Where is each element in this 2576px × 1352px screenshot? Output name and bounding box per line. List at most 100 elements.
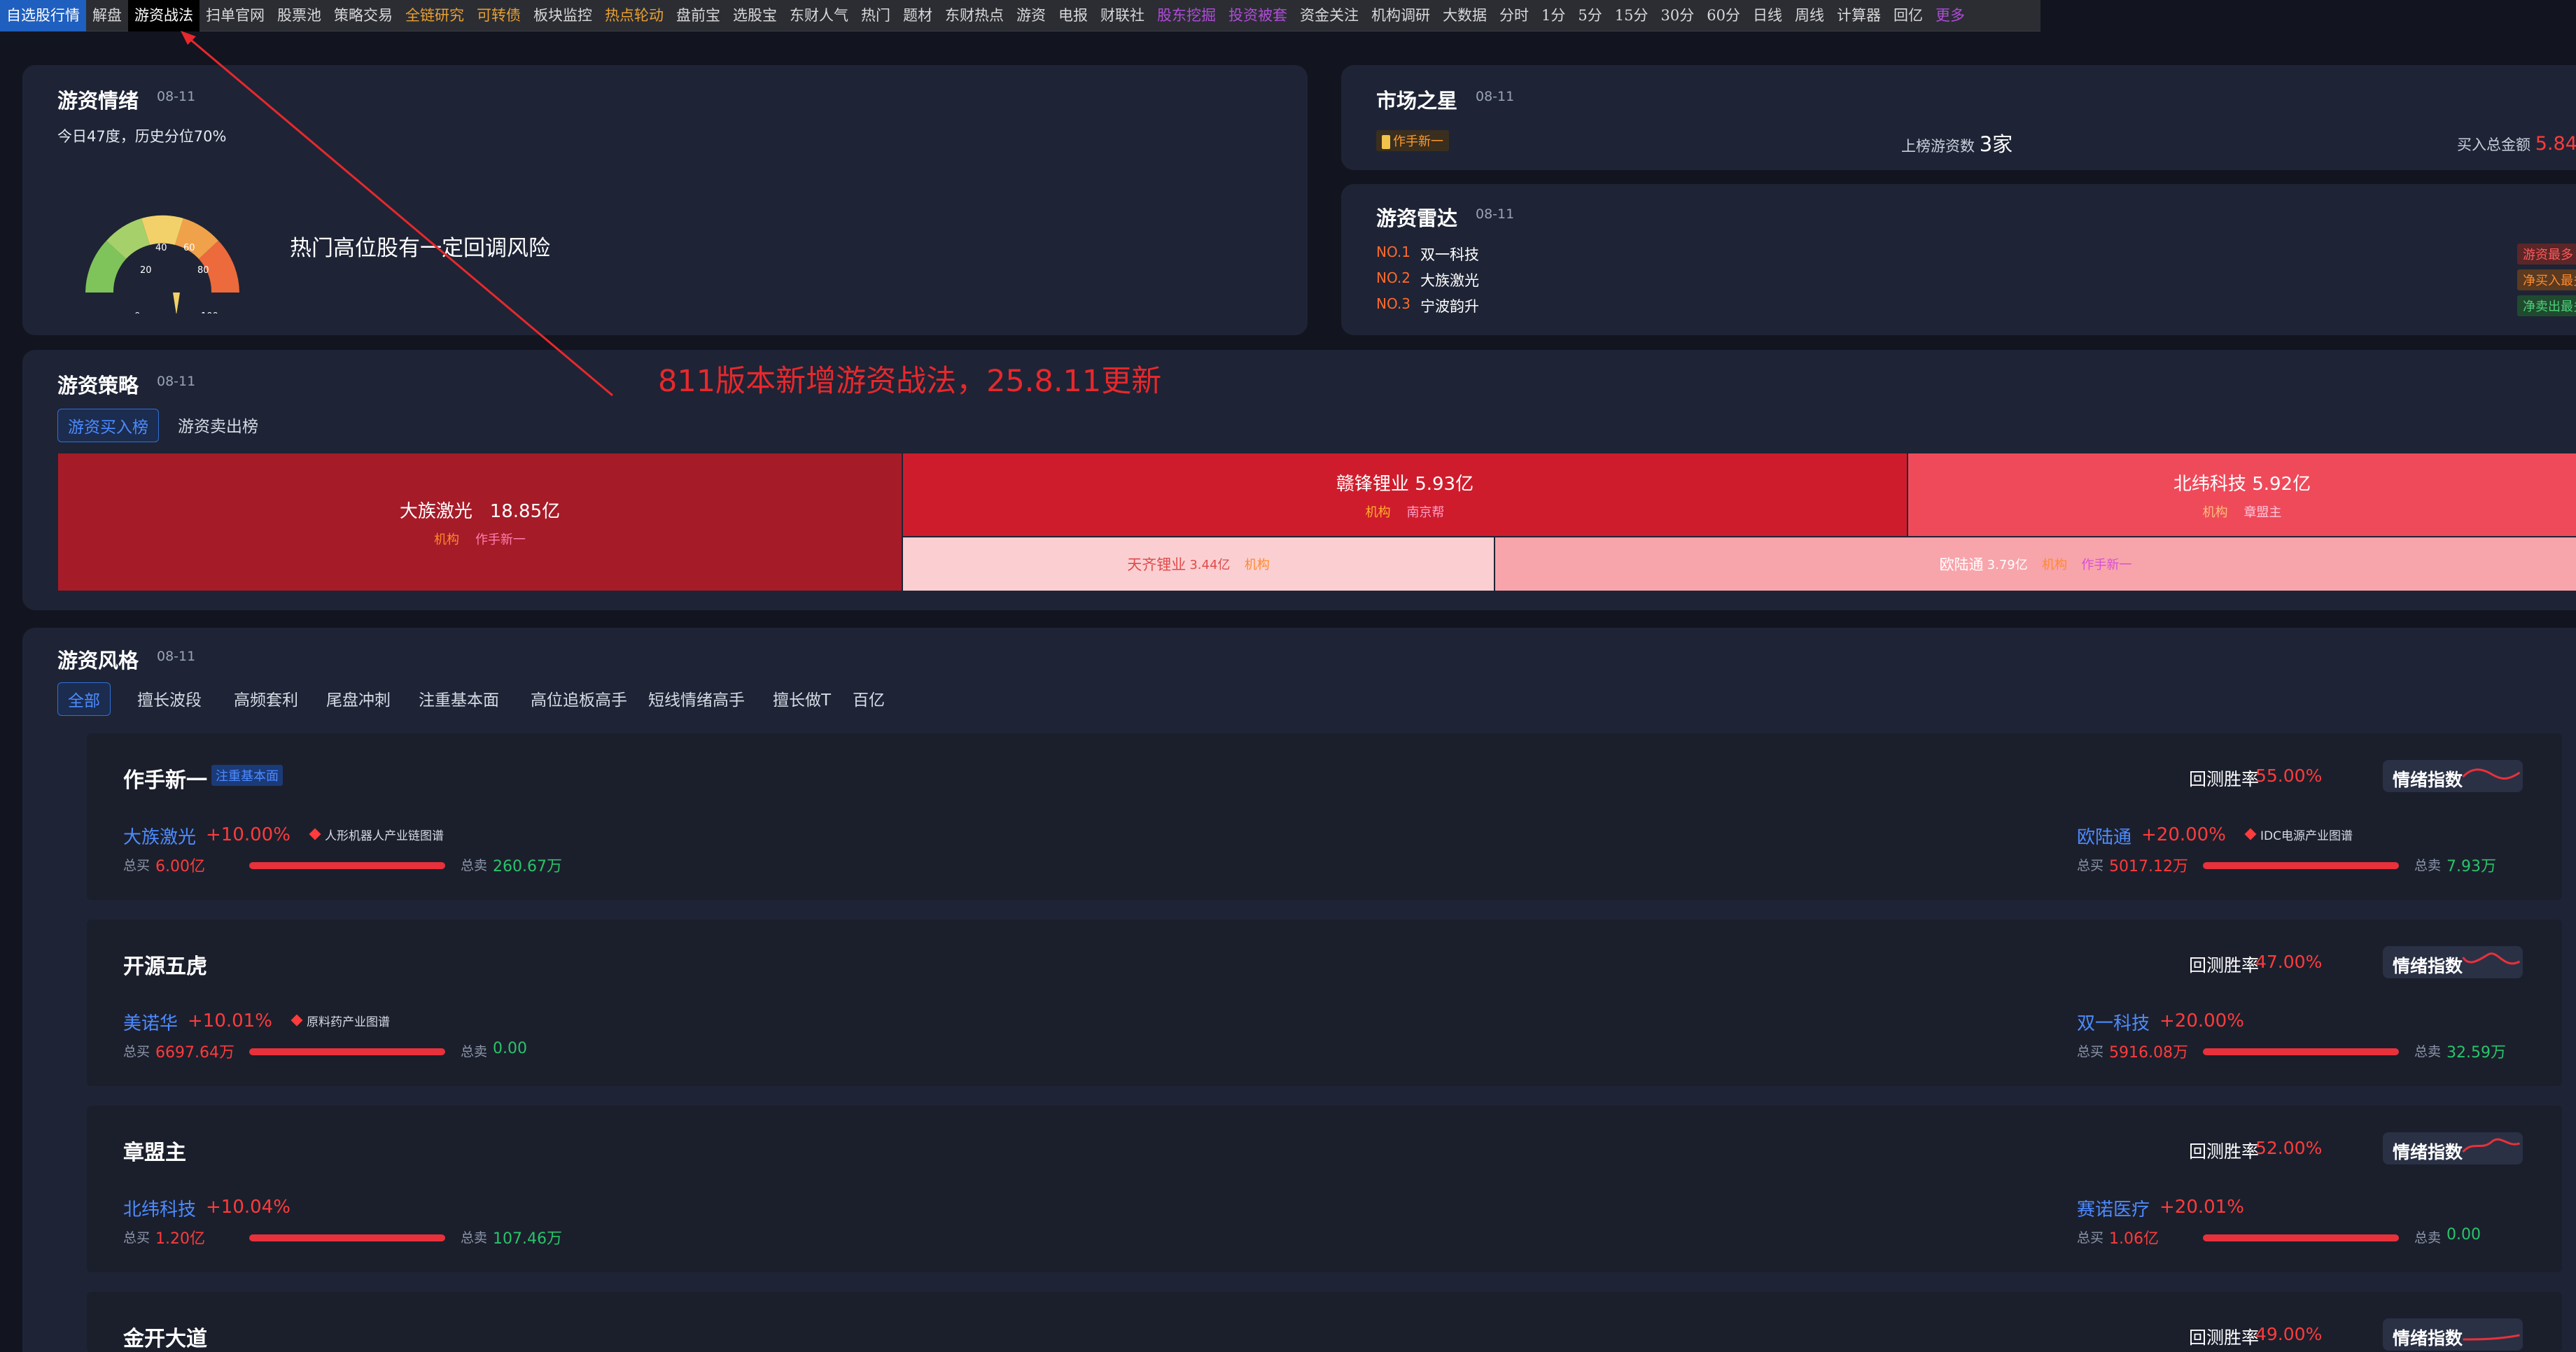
radar-badge: 净买入最多 [2517, 269, 2576, 290]
style-tab[interactable]: 注重基本面 [409, 682, 509, 714]
nav-item[interactable]: 股东挖掘 [1151, 0, 1222, 31]
chain-link[interactable]: 原料药产业图谱 [307, 1012, 390, 1029]
nav-item[interactable]: 东财热点 [939, 0, 1010, 31]
nav-item[interactable]: 60分 [1700, 0, 1746, 31]
nav-item[interactable]: 策略交易 [328, 0, 399, 31]
style-tab[interactable]: 高频套利 [224, 682, 308, 714]
win-rate-value: 49.00% [2255, 1324, 2323, 1344]
mood-index[interactable]: 情绪指数 [2383, 946, 2523, 978]
tile-oulutong[interactable]: 欧陆通 3.79亿 机构 作手新一 [1495, 537, 2576, 591]
style-card[interactable]: 作手新一 注重基本面 回测胜率 55.00% 情绪指数 大族激光 +10.00% 人形机器人产… [87, 733, 2562, 900]
nav-item[interactable]: 题材 [897, 0, 939, 31]
nav-item[interactable]: 股票池 [271, 0, 328, 31]
nav-item[interactable]: 可转债 [470, 0, 527, 31]
mood-index[interactable]: 情绪指数 [2383, 760, 2523, 792]
stock-name[interactable]: 双一科技 [2077, 1009, 2150, 1035]
nav-item[interactable]: 板块监控 [527, 0, 598, 31]
sell-label: 总卖 [2414, 1044, 2442, 1059]
nav-item[interactable]: 机构调研 [1365, 0, 1436, 31]
tile-beiwei[interactable]: 北纬科技 5.92亿 机构 章盟主 [1908, 453, 2576, 536]
style-tab[interactable]: 擅长波段 [127, 682, 211, 714]
nav-item[interactable]: 回亿 [1887, 0, 1929, 31]
annotation-text: 811版本新增游资战法，25.8.11更新 [658, 364, 1162, 399]
tile-dazu[interactable]: 大族激光 18.85亿 机构 作手新一 [58, 453, 902, 591]
stock-name[interactable]: 大族激光 [123, 823, 196, 849]
sentiment-panel: 游资情绪 08-11 今日47度，历史分位70% 0 20 40 60 80 1… [22, 65, 1308, 335]
nav-item[interactable]: 更多 [1929, 0, 1971, 31]
radar-stock[interactable]: 宁波韵升 [1420, 295, 1479, 316]
chain-link[interactable]: IDC电源产业图谱 [2260, 826, 2353, 843]
sentiment-title: 游资情绪 [57, 89, 139, 113]
style-tab[interactable]: 全部 [57, 682, 111, 716]
nav-item[interactable]: 分时 [1493, 0, 1535, 31]
nav-item[interactable]: 财联社 [1094, 0, 1151, 31]
radar-stock[interactable]: 大族激光 [1420, 269, 1479, 290]
nav-item[interactable]: 游资战法 [128, 0, 200, 31]
nav-item[interactable]: 投资被套 [1222, 0, 1294, 31]
nav-item[interactable]: 资金关注 [1294, 0, 1365, 31]
tile-amount: 3.79亿 [1987, 558, 2028, 572]
nav-item[interactable]: 电报 [1052, 0, 1094, 31]
radar-badge: 净卖出最多 [2517, 295, 2576, 316]
nav-item[interactable]: 自选股行情 [0, 0, 86, 31]
mood-sparkline-path [2462, 768, 2521, 780]
nav-item[interactable]: 盘前宝 [670, 0, 727, 31]
stock-name[interactable]: 北纬科技 [123, 1195, 196, 1221]
sell-label: 总卖 [461, 1230, 488, 1246]
trader-name: 金开大道 [123, 1327, 207, 1351]
tile-amount: 18.85亿 [489, 500, 561, 522]
stock-name[interactable]: 赛诺医疗 [2077, 1195, 2150, 1221]
strategy-title: 游资策略 [57, 374, 139, 397]
mood-sparkline [2462, 768, 2521, 780]
sell-value: 7.93万 [2446, 858, 2496, 875]
tab-sell-rank[interactable]: 游资卖出榜 [168, 409, 268, 441]
nav-item[interactable]: 解盘 [86, 0, 128, 31]
buy-sell-bar [2203, 1048, 2399, 1055]
chain-link[interactable]: 人形机器人产业链图谱 [325, 826, 444, 843]
nav-item[interactable]: 1分 [1535, 0, 1572, 31]
nav-item[interactable]: 热点轮动 [598, 0, 670, 31]
tile-tianqi[interactable]: 天齐锂业 3.44亿 机构 [903, 537, 1494, 591]
buy-value: 5916.08万 [2109, 1044, 2188, 1062]
buy-value: 6.00亿 [155, 858, 205, 875]
top-nav: 自选股行情 解盘 游资战法 扫单官网 股票池 策略交易 全链研究 可转债 板块监控 热点轮动 盘前宝… [0, 0, 2040, 31]
nav-item[interactable]: 计算器 [1830, 0, 1887, 31]
nav-item[interactable]: 东财人气 [783, 0, 855, 31]
radar-rank: NO.1 [1376, 244, 1410, 260]
tab-buy-rank[interactable]: 游资买入榜 [57, 409, 159, 442]
nav-item[interactable]: 15分 [1609, 0, 1655, 31]
nav-item[interactable]: 大数据 [1436, 0, 1493, 31]
nav-item[interactable]: 30分 [1654, 0, 1700, 31]
buy-label: 总买 [2077, 1044, 2104, 1059]
radar-stock[interactable]: 双一科技 [1420, 244, 1479, 265]
style-tab[interactable]: 百亿 [843, 682, 895, 714]
nav-item[interactable]: 全链研究 [399, 0, 470, 31]
tile-tag: 作手新一 [475, 532, 526, 547]
buy-total-label: 买入总金额 [2457, 136, 2530, 153]
style-tab[interactable]: 高位追板高手 [521, 682, 637, 714]
nav-item[interactable]: 游资 [1010, 0, 1052, 31]
nav-item[interactable]: 5分 [1572, 0, 1608, 31]
style-tab[interactable]: 擅长做T [763, 682, 841, 714]
mood-sparkline-path [2462, 952, 2521, 965]
nav-item[interactable]: 扫单官网 [200, 0, 271, 31]
style-tab[interactable]: 尾盘冲刺 [316, 682, 400, 714]
market-star-tag[interactable]: 作手新一 [1376, 130, 1449, 151]
stock-name[interactable]: 美诺华 [123, 1009, 178, 1035]
nav-item[interactable]: 选股宝 [727, 0, 783, 31]
mood-index[interactable]: 情绪指数 [2383, 1318, 2523, 1351]
sell-label: 总卖 [461, 858, 488, 873]
style-tab[interactable]: 短线情绪高手 [638, 682, 755, 714]
trader-name: 章盟主 [123, 1141, 186, 1165]
mood-sparkline [2462, 1138, 2520, 1153]
nav-item[interactable]: 周线 [1788, 0, 1830, 31]
stock-name[interactable]: 欧陆通 [2077, 823, 2132, 849]
style-card[interactable]: 章盟主 回测胜率 52.00% 情绪指数 北纬科技 +10.04% 总买 1.20亿 总卖 107… [87, 1106, 2562, 1272]
nav-item[interactable]: 日线 [1746, 0, 1788, 31]
style-card[interactable]: 开源五虎 回测胜率 47.00% 情绪指数 美诺华 +10.01% 原料药产业图谱 总买 669… [87, 920, 2562, 1086]
tile-tag: 机构 [1244, 558, 1270, 572]
style-card[interactable]: 金开大道 回测胜率 49.00% 情绪指数 [87, 1292, 2562, 1352]
nav-item[interactable]: 热门 [855, 0, 897, 31]
tile-ganfeng[interactable]: 赣锋锂业 5.93亿 机构 南京帮 [903, 453, 1907, 536]
mood-index[interactable]: 情绪指数 [2383, 1132, 2523, 1164]
